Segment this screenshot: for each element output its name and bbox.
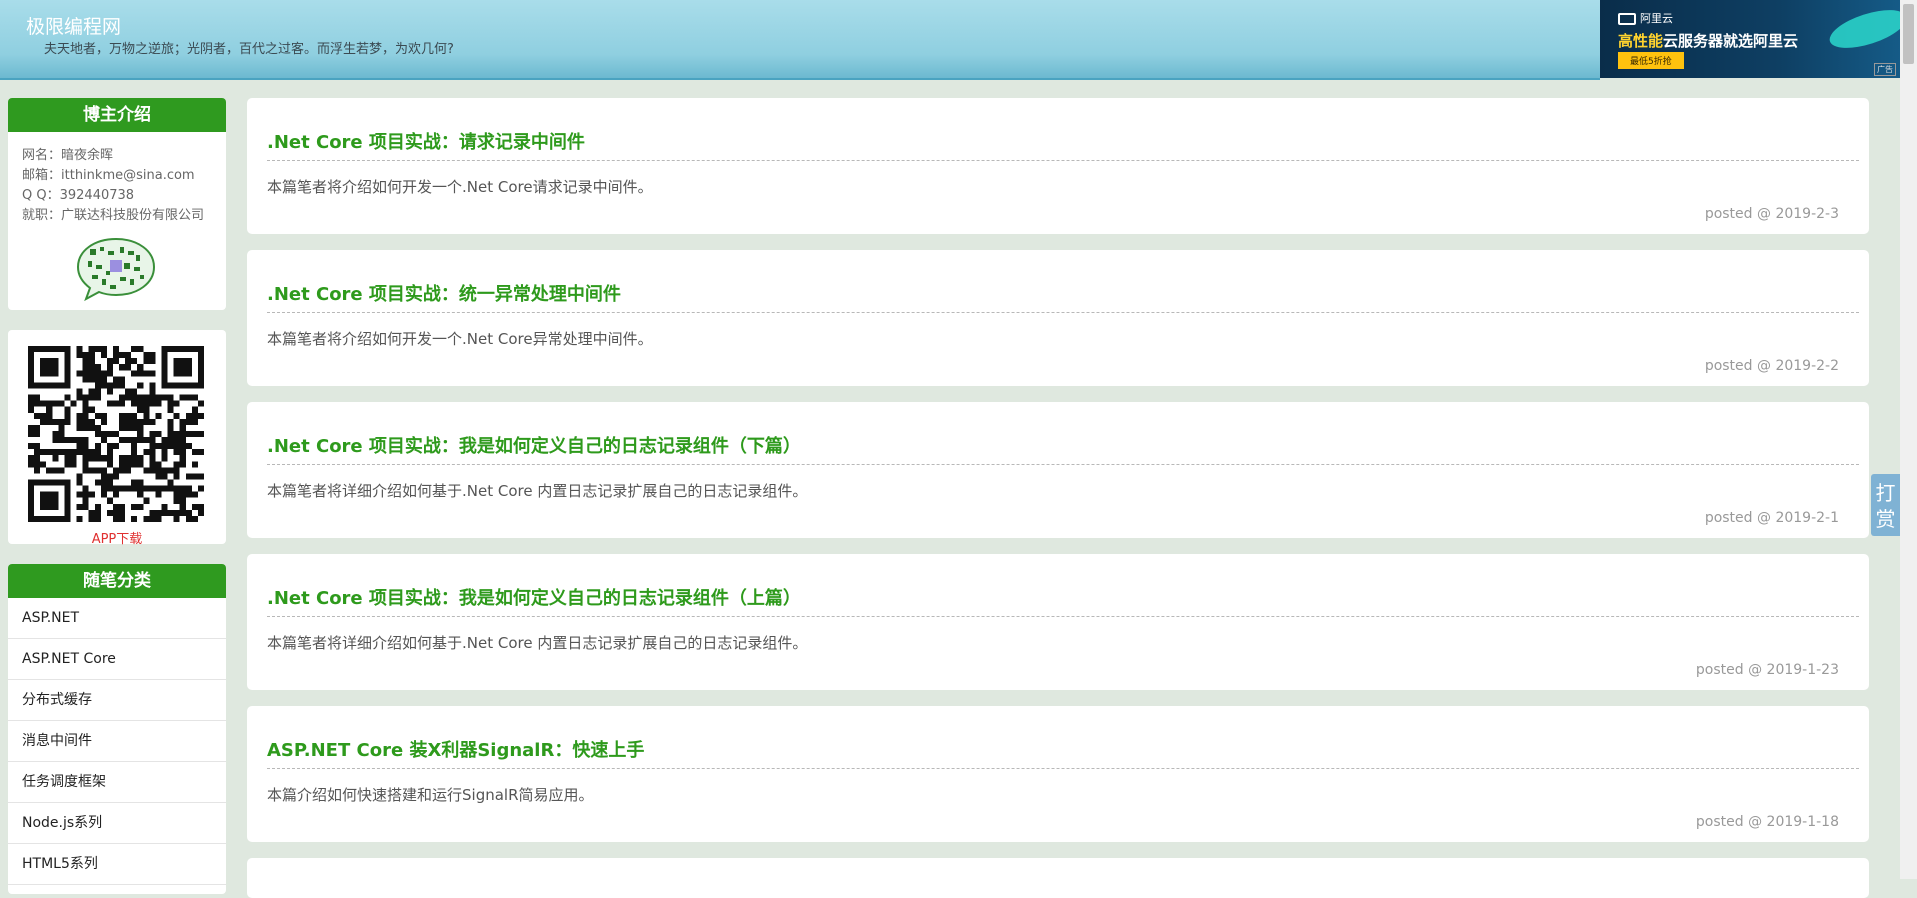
about-label: 邮箱： (22, 168, 62, 183)
about-value: 广联达科技股份有限公司 (61, 208, 205, 223)
site-subtitle: 夫天地者，万物之逆旅；光阴者，百代之过客。而浮生若梦，为欢几何? (44, 42, 454, 57)
post-summary: 本篇笔者将介绍如何开发一个.Net Core请求记录中间件。 (267, 178, 653, 196)
categories-card: 随笔分类 ASP.NET ASP.NET Core 分布式缓存 消息中间件 任务… (8, 564, 226, 894)
about-row-qq: Q Q：392440738 (22, 186, 226, 206)
category-item[interactable]: 分布式缓存 (8, 680, 226, 721)
post-date: posted @ 2019-2-2 (1704, 358, 1839, 374)
ad-graphic (1825, 2, 1900, 56)
post-summary: 本篇笔者将详细介绍如何基于.Net Core 内置日志记录扩展自己的日志记录组件… (267, 634, 808, 652)
about-card: 博主介绍 网名：暗夜余晖 邮箱：itthinkme@sina.com Q Q：3… (8, 98, 226, 310)
app-download-link[interactable]: APP下载 (8, 528, 226, 547)
post-title-link[interactable]: .Net Core 项目实战：请求记录中间件 (267, 128, 585, 154)
post-date: posted @ 2019-2-1 (1704, 510, 1839, 526)
about-row-nickname: 网名：暗夜余晖 (22, 146, 226, 166)
post-summary: 本篇笔者将详细介绍如何基于.Net Core 内置日志记录扩展自己的日志记录组件… (267, 482, 808, 500)
about-value: itthinkme@sina.com (61, 168, 195, 183)
post-divider (267, 160, 1859, 161)
ad-cta-button[interactable]: 最低5折抢 (1618, 52, 1684, 69)
category-item[interactable]: 消息中间件 (8, 721, 226, 762)
ad-brand-text: 阿里云 (1640, 12, 1673, 25)
post-title-link[interactable]: ASP.NET Core 装X利器SignalR：快速上手 (267, 736, 644, 762)
ad-headline-highlight: 高性能 (1618, 32, 1664, 50)
about-label: 就职： (22, 208, 62, 223)
app-download-card: APP下载 (8, 330, 226, 547)
ad-brand: 阿里云 (1618, 10, 1673, 26)
post-divider (267, 616, 1859, 617)
ad-banner[interactable]: 阿里云 高性能云服务器就选阿里云 最低5折抢 广告 (1600, 0, 1900, 78)
about-title: 博主介绍 (8, 98, 226, 132)
scrollbar-thumb[interactable] (1903, 4, 1914, 64)
post-summary: 本篇笔者将介绍如何开发一个.Net Core异常处理中间件。 (267, 330, 653, 348)
page-scrollbar[interactable] (1900, 0, 1917, 879)
wechat-qr-image (76, 237, 156, 302)
category-item[interactable]: 任务调度框架 (8, 762, 226, 803)
post-summary: 本篇介绍如何快速搭建和运行SignalR简易应用。 (267, 786, 594, 804)
post-card: .Net Core 项目实战：请求记录中间件 本篇笔者将介绍如何开发一个.Net… (247, 98, 1869, 234)
about-info: 网名：暗夜余晖 邮箱：itthinkme@sina.com Q Q：392440… (8, 132, 226, 226)
post-title-link[interactable]: .Net Core 项目实战：我是如何定义自己的日志记录组件（下篇） (267, 432, 801, 458)
category-item[interactable]: ASP.NET Core (8, 639, 226, 680)
about-row-email: 邮箱：itthinkme@sina.com (22, 166, 226, 186)
app-qr-code-image (28, 346, 204, 522)
site-header: 极限编程网 夫天地者，万物之逆旅；光阴者，百代之过客。而浮生若梦，为欢几何? (0, 0, 1600, 80)
about-label: 网名： (22, 148, 62, 163)
category-item[interactable]: ASP.NET (8, 598, 226, 639)
tip-button[interactable]: 打赏 (1871, 474, 1900, 536)
category-item[interactable]: Node.js系列 (8, 803, 226, 844)
post-title-link[interactable]: .Net Core 项目实战：统一异常处理中间件 (267, 280, 621, 306)
post-date: posted @ 2019-2-3 (1704, 206, 1839, 222)
about-row-job: 就职：广联达科技股份有限公司 (22, 206, 226, 226)
post-date: posted @ 2019-1-23 (1695, 662, 1839, 678)
post-divider (267, 312, 1859, 313)
aliyun-logo-icon (1618, 13, 1636, 25)
post-divider (267, 464, 1859, 465)
post-card: .Net Core 项目实战：我是如何定义自己的日志记录组件（上篇） 本篇笔者将… (247, 554, 1869, 690)
post-card: ASP.NET Core 装X利器SignalR：快速上手 本篇介绍如何快速搭建… (247, 706, 1869, 842)
post-title-link[interactable]: .Net Core 项目实战：我是如何定义自己的日志记录组件（上篇） (267, 584, 801, 610)
post-card: .Net Core 项目实战：我是如何定义自己的日志记录组件（下篇） 本篇笔者将… (247, 402, 1869, 538)
about-value: 392440738 (59, 188, 135, 203)
about-value: 暗夜余晖 (61, 148, 114, 163)
ad-headline: 高性能云服务器就选阿里云 (1618, 30, 1798, 51)
about-label: Q Q： (22, 188, 60, 203)
site-title[interactable]: 极限编程网 (26, 12, 121, 39)
categories-title: 随笔分类 (8, 564, 226, 598)
ad-tag: 广告 (1874, 63, 1896, 76)
post-date: posted @ 2019-1-18 (1695, 814, 1839, 830)
post-card: .Net Core 项目实战：统一异常处理中间件 本篇笔者将介绍如何开发一个.N… (247, 250, 1869, 386)
post-card-partial (247, 858, 1869, 898)
ad-headline-rest: 云服务器就选阿里云 (1663, 32, 1799, 50)
category-list: ASP.NET ASP.NET Core 分布式缓存 消息中间件 任务调度框架 … (8, 598, 226, 885)
post-divider (267, 768, 1859, 769)
